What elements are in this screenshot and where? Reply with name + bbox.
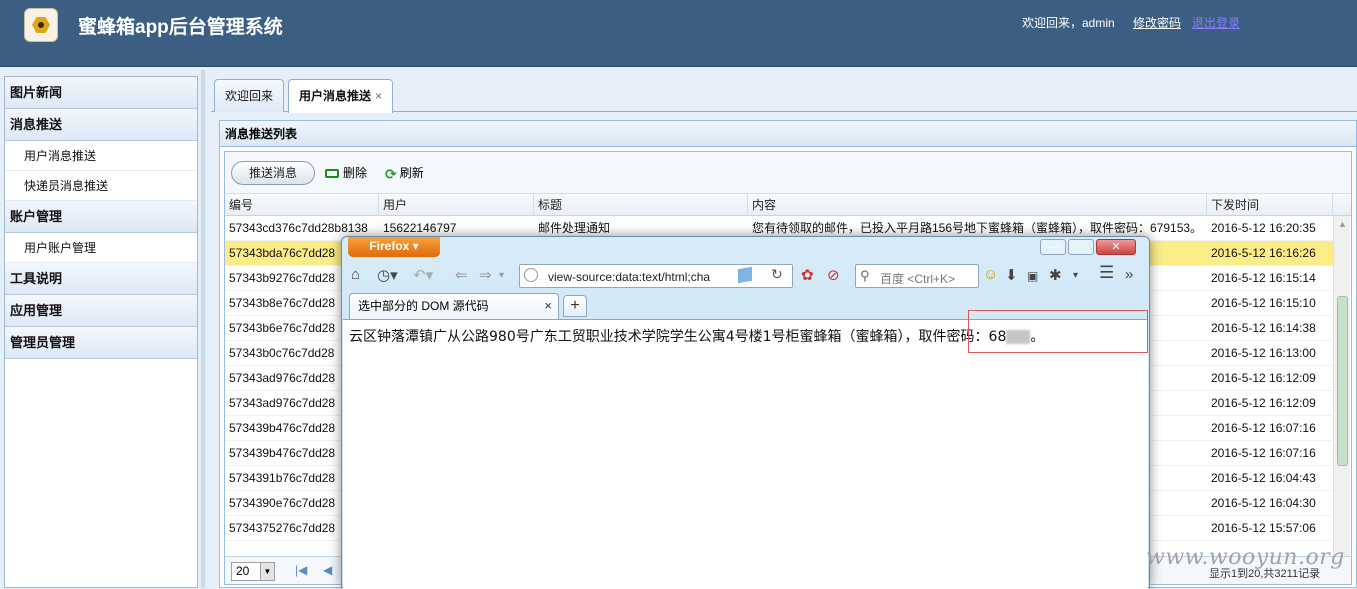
sidebar-splitter[interactable] [201,70,205,588]
highlight-box [968,310,1148,353]
table-cell-time: 2016-5-12 16:20:35 [1211,221,1316,235]
undo-icon[interactable]: ↶▾ [413,266,433,284]
sidebar: 图片新闻 消息推送 用户消息推送 快递员消息推送 账户管理 用户账户管理 工具说明 应用管理管… [4,76,198,588]
source-text: 云区钟落潭镇广从公路980号广东工贸职业技术学院学生公寓4号楼1号柜蜜蜂箱（蜜蜂… [349,329,1007,345]
table-cell-time: 2016-5-12 15:57:06 [1211,521,1316,535]
firefox-window: Firefox ▾ — □ ✕ ⌂ ◷▾ ↶▾ ⇐ ⇒ ▾ view-source:… [341,236,1150,589]
sidebar-group[interactable]: 工具说明 [5,263,197,295]
sidebar-item[interactable]: 用户消息推送 [5,141,197,171]
delete-icon [325,169,339,179]
page-size-value: 20 [236,564,250,578]
table-cell-time: 2016-5-12 16:16:26 [1211,246,1316,260]
browser-tab-label: 选中部分的 DOM 源代码 [358,299,489,313]
logout-link[interactable]: 退出登录 [1192,14,1240,31]
search-bar[interactable]: ⚲ 百度 <Ctrl+K> [855,264,979,288]
sidebar-group[interactable]: 图片新闻 [5,77,197,109]
column-header-content[interactable]: 内容 [748,194,1207,216]
history-icon[interactable]: ◷▾ [377,266,398,284]
tab-bar: 欢迎回来 用户消息推送 × [211,76,1357,113]
change-password-link[interactable]: 修改密码 [1133,14,1181,31]
overflow-icon[interactable]: » [1125,266,1133,283]
sidebar-group[interactable]: 应用管理 [5,295,197,327]
refresh-button[interactable]: ⟳ 刷新 [385,164,424,182]
column-header-user[interactable]: 用户 [379,194,534,216]
column-header-title[interactable]: 标题 [534,194,748,216]
table-cell-time: 2016-5-12 16:04:43 [1211,471,1316,485]
view-source-content: 云区钟落潭镇广从公路980号广东工贸职业技术学院学生公寓4号楼1号柜蜜蜂箱（蜜蜂… [343,310,1148,589]
refresh-icon: ⟳ [385,165,397,182]
tab-label: 用户消息推送 [299,89,372,103]
menu-icon[interactable]: ☰ [1099,263,1114,283]
navigation-toolbar: ⌂ ◷▾ ↶▾ ⇐ ⇒ ▾ view-source:data:text/html… [343,261,1148,291]
table-cell-time: 2016-5-12 16:07:16 [1211,446,1316,460]
push-message-button[interactable]: 推送消息 [231,161,315,185]
table-cell-time: 2016-5-12 16:04:30 [1211,496,1316,510]
bookmark-icon[interactable] [738,266,752,284]
panel-title: 消息推送列表 [220,121,1356,147]
page-size-select[interactable]: 20 ▼ [231,562,275,581]
tab-welcome[interactable]: 欢迎回来 [214,79,285,112]
sidebar-group[interactable]: 消息推送 [5,109,197,141]
browser-tab-dom-source[interactable]: 选中部分的 DOM 源代码 × [349,293,559,319]
prev-page-icon[interactable]: ◀ [323,563,332,577]
url-text: view-source:data:text/html;cha [548,270,711,284]
grid-scrollbar[interactable]: ▲ [1333,216,1350,556]
dropdown-arrow-icon[interactable]: ▼ [260,563,274,580]
tab-close-icon[interactable]: × [375,89,382,103]
extension-icon[interactable]: ☺ [983,266,998,283]
new-tab-button[interactable]: + [563,295,587,317]
app-title: 蜜蜂箱app后台管理系统 [78,17,283,38]
back-icon[interactable]: ⇐ [455,266,468,284]
refresh-label: 刷新 [399,166,424,180]
source-text-line: 云区钟落潭镇广从公路980号广东工贸职业技术学院学生公寓4号楼1号柜蜜蜂箱（蜜蜂… [349,326,1044,346]
welcome-text: 欢迎回来，admin [1022,16,1115,30]
bug-icon[interactable]: ✱ [1049,266,1062,284]
grid-toolbar: 推送消息 删除 ⟳ 刷新 [225,152,1351,194]
table-cell-time: 2016-5-12 16:15:10 [1211,296,1316,310]
minimize-icon[interactable]: — [1040,239,1066,255]
watermark: www.wooyun.org [1146,545,1345,570]
forward-icon[interactable]: ⇒ [479,266,492,284]
block-icon[interactable]: ⊘ [827,266,840,284]
column-header-id[interactable]: 编号 [225,194,379,216]
sidebar-item[interactable]: 快递员消息推送 [5,171,197,201]
delete-button[interactable]: 删除 [325,164,367,182]
table-cell-time: 2016-5-12 16:12:09 [1211,396,1316,410]
grid-header: 编号 用户 标题 内容 下发时间 [225,194,1351,216]
toolbar-dropdown-icon[interactable]: ▾ [1073,270,1078,281]
reload-icon[interactable]: ↻ [771,266,783,283]
delete-label: 删除 [343,166,368,180]
history-dropdown-icon[interactable]: ▾ [499,270,504,281]
sidebar-group[interactable]: 账户管理 [5,201,197,233]
search-icon: ⚲ [860,268,870,283]
first-page-icon[interactable]: |◀ [295,563,307,577]
home-icon[interactable]: ⌂ [351,266,360,283]
address-bar[interactable]: view-source:data:text/html;cha [519,264,793,288]
tab-close-icon[interactable]: × [544,294,552,318]
scrollbar-thumb[interactable] [1337,296,1348,466]
addon-icon[interactable]: ✿ [801,266,814,284]
table-cell-time: 2016-5-12 16:15:14 [1211,271,1316,285]
table-cell-time: 2016-5-12 16:13:00 [1211,346,1316,360]
table-cell-time: 2016-5-12 16:14:38 [1211,321,1316,335]
firefox-menu-label: Firefox [369,239,410,253]
screenshot-icon[interactable]: ▣ [1027,269,1038,283]
maximize-icon[interactable]: □ [1068,239,1094,255]
firefox-menu-button[interactable]: Firefox ▾ [348,237,440,257]
column-header-time[interactable]: 下发时间 [1207,194,1333,216]
table-cell-time: 2016-5-12 16:12:09 [1211,371,1316,385]
download-icon[interactable]: ⬇ [1005,266,1018,284]
globe-icon [524,268,538,282]
tab-label: 欢迎回来 [225,89,274,103]
table-cell-time: 2016-5-12 16:07:16 [1211,421,1316,435]
tab-user-message-push[interactable]: 用户消息推送 × [288,79,394,113]
bee-logo-icon [24,8,58,42]
scroll-up-icon[interactable]: ▲ [1338,219,1347,229]
search-placeholder: 百度 <Ctrl+K> [880,272,956,286]
window-controls: — □ ✕ [1040,239,1138,257]
sidebar-group[interactable]: 管理员管理 [5,327,197,359]
close-window-icon[interactable]: ✕ [1096,239,1136,255]
app-header: 蜜蜂箱app后台管理系统 欢迎回来，admin 修改密码 退出登录 [0,0,1357,67]
sidebar-item[interactable]: 用户账户管理 [5,233,197,263]
